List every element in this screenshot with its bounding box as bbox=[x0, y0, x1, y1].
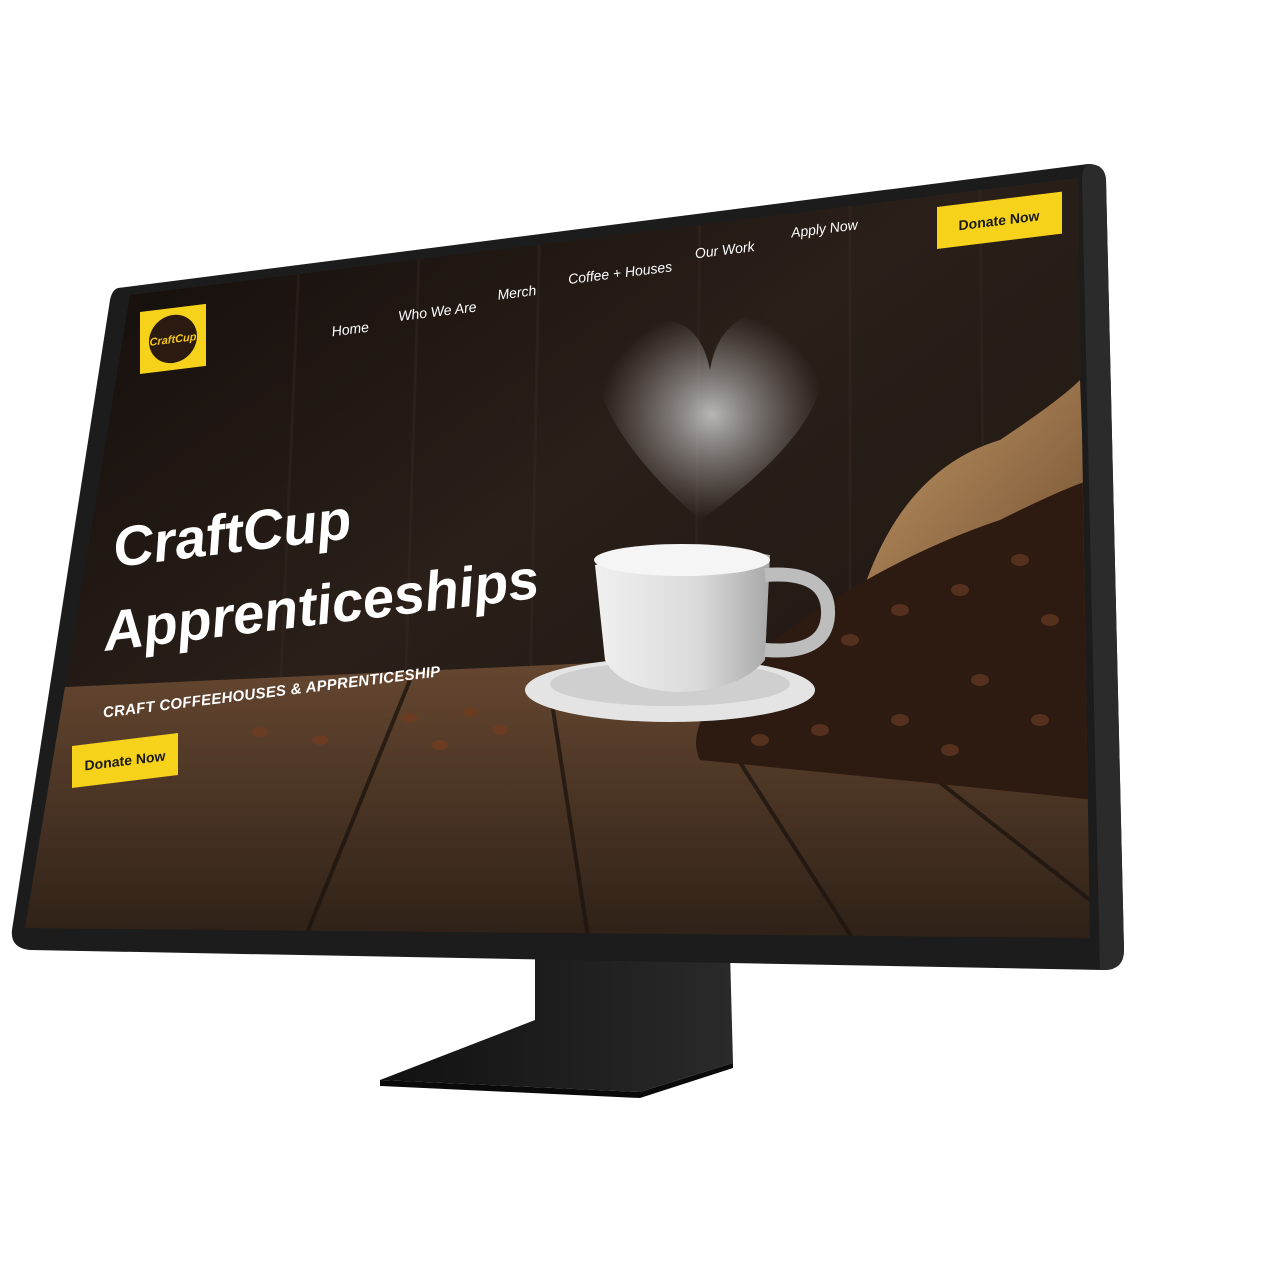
monitor-illustration: CraftCup Home Who We Are Merch Coffee + … bbox=[11, 164, 1124, 1098]
monitor-stand bbox=[380, 940, 733, 1098]
logo[interactable]: CraftCup bbox=[140, 303, 206, 374]
monitor-mockup: CraftCup Home Who We Are Merch Coffee + … bbox=[0, 0, 1280, 1280]
